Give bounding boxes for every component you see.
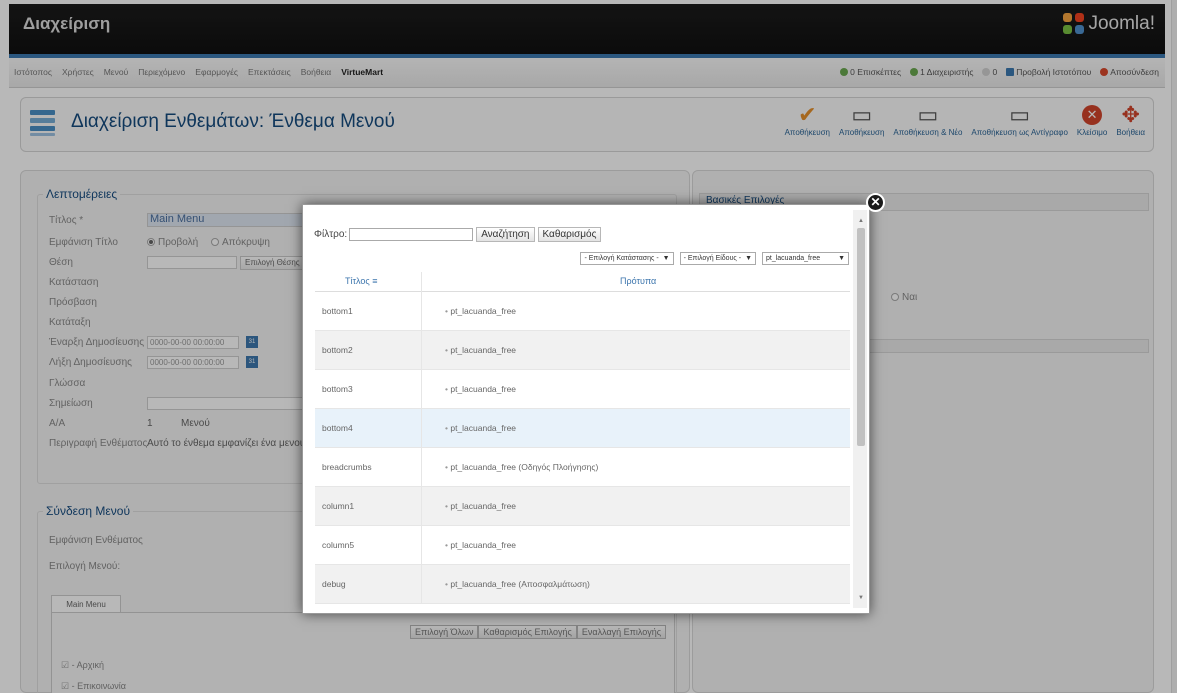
search-button[interactable]: Αναζήτηση	[476, 227, 535, 242]
table-header: Τίτλος ≡ Πρότυπα	[315, 272, 850, 292]
state-select[interactable]: - Επιλογή Κατάστασης - ▼	[580, 252, 674, 265]
sort-icon: ≡	[372, 276, 378, 286]
position-name-link[interactable]: debug	[322, 579, 346, 589]
template-cell: • pt_lacuanda_free (Αποσφαλμάτωση)	[445, 579, 590, 589]
table-row[interactable]: column5 • pt_lacuanda_free	[315, 526, 850, 565]
table-row[interactable]: bottom3 • pt_lacuanda_free	[315, 370, 850, 409]
position-name-link[interactable]: column5	[322, 540, 354, 550]
template-cell: • pt_lacuanda_free	[445, 501, 517, 511]
dropdown-arrow-icon: ▼	[662, 255, 670, 262]
template-cell: • pt_lacuanda_free	[445, 540, 517, 550]
filter-selects: - Επιλογή Κατάστασης - ▼ - Επιλογή Είδους…	[580, 252, 849, 265]
template-cell: • pt_lacuanda_free	[445, 306, 517, 316]
template-cell: • pt_lacuanda_free	[445, 423, 517, 433]
page: Διαχείριση Joomla! Ιστότοπος Χρήστες Μενού…	[0, 0, 1177, 693]
type-select[interactable]: - Επιλογή Είδους - ▼	[679, 252, 756, 265]
position-name-link[interactable]: bottom2	[322, 345, 353, 355]
position-name-link[interactable]: bottom3	[322, 384, 353, 394]
scroll-up-icon[interactable]: ▲	[858, 218, 864, 224]
positions-table: Τίτλος ≡ Πρότυπα bottom1 • pt_lacuanda_fr…	[315, 272, 850, 612]
modal-close-icon[interactable]: ✕	[866, 193, 885, 212]
modal-scrollbar-thumb[interactable]	[857, 228, 865, 446]
table-row[interactable]: bottom2 • pt_lacuanda_free	[315, 331, 850, 370]
filter-bar: Φίλτρο: Αναζήτηση Καθαρισμός	[314, 227, 604, 242]
dropdown-arrow-icon: ▼	[838, 255, 845, 262]
position-name-link[interactable]: bottom1	[322, 306, 353, 316]
filter-input[interactable]	[349, 228, 474, 241]
template-cell: • pt_lacuanda_free	[445, 384, 517, 394]
position-name-link[interactable]: column1	[322, 501, 354, 511]
table-row[interactable]: bottom4 • pt_lacuanda_free	[315, 409, 850, 448]
template-cell: • pt_lacuanda_free	[445, 345, 517, 355]
table-row[interactable]: bottom1 • pt_lacuanda_free	[315, 292, 850, 331]
table-row[interactable]: debug • pt_lacuanda_free (Αποσφαλμάτωση)	[315, 565, 850, 604]
table-row[interactable]: breadcrumbs • pt_lacuanda_free (Οδηγός Πλ…	[315, 448, 850, 487]
position-picker-modal: Φίλτρο: Αναζήτηση Καθαρισμός - Επιλογή Κ…	[302, 204, 870, 614]
template-select[interactable]: pt_lacuanda_free ▼	[762, 252, 849, 265]
title-column-header[interactable]: Τίτλος ≡	[345, 276, 378, 286]
position-name-link[interactable]: bottom4	[322, 423, 353, 433]
dropdown-arrow-icon: ▼	[745, 255, 752, 262]
table-row[interactable]: column1 • pt_lacuanda_free	[315, 487, 850, 526]
position-name-link[interactable]: breadcrumbs	[322, 462, 372, 472]
filter-label: Φίλτρο:	[314, 229, 348, 240]
templates-column-header: Πρότυπα	[620, 276, 657, 286]
clear-button[interactable]: Καθαρισμός	[537, 227, 602, 242]
template-cell: • pt_lacuanda_free (Οδηγός Πλοήγησης)	[445, 462, 599, 472]
scroll-down-icon[interactable]: ▼	[858, 595, 864, 601]
